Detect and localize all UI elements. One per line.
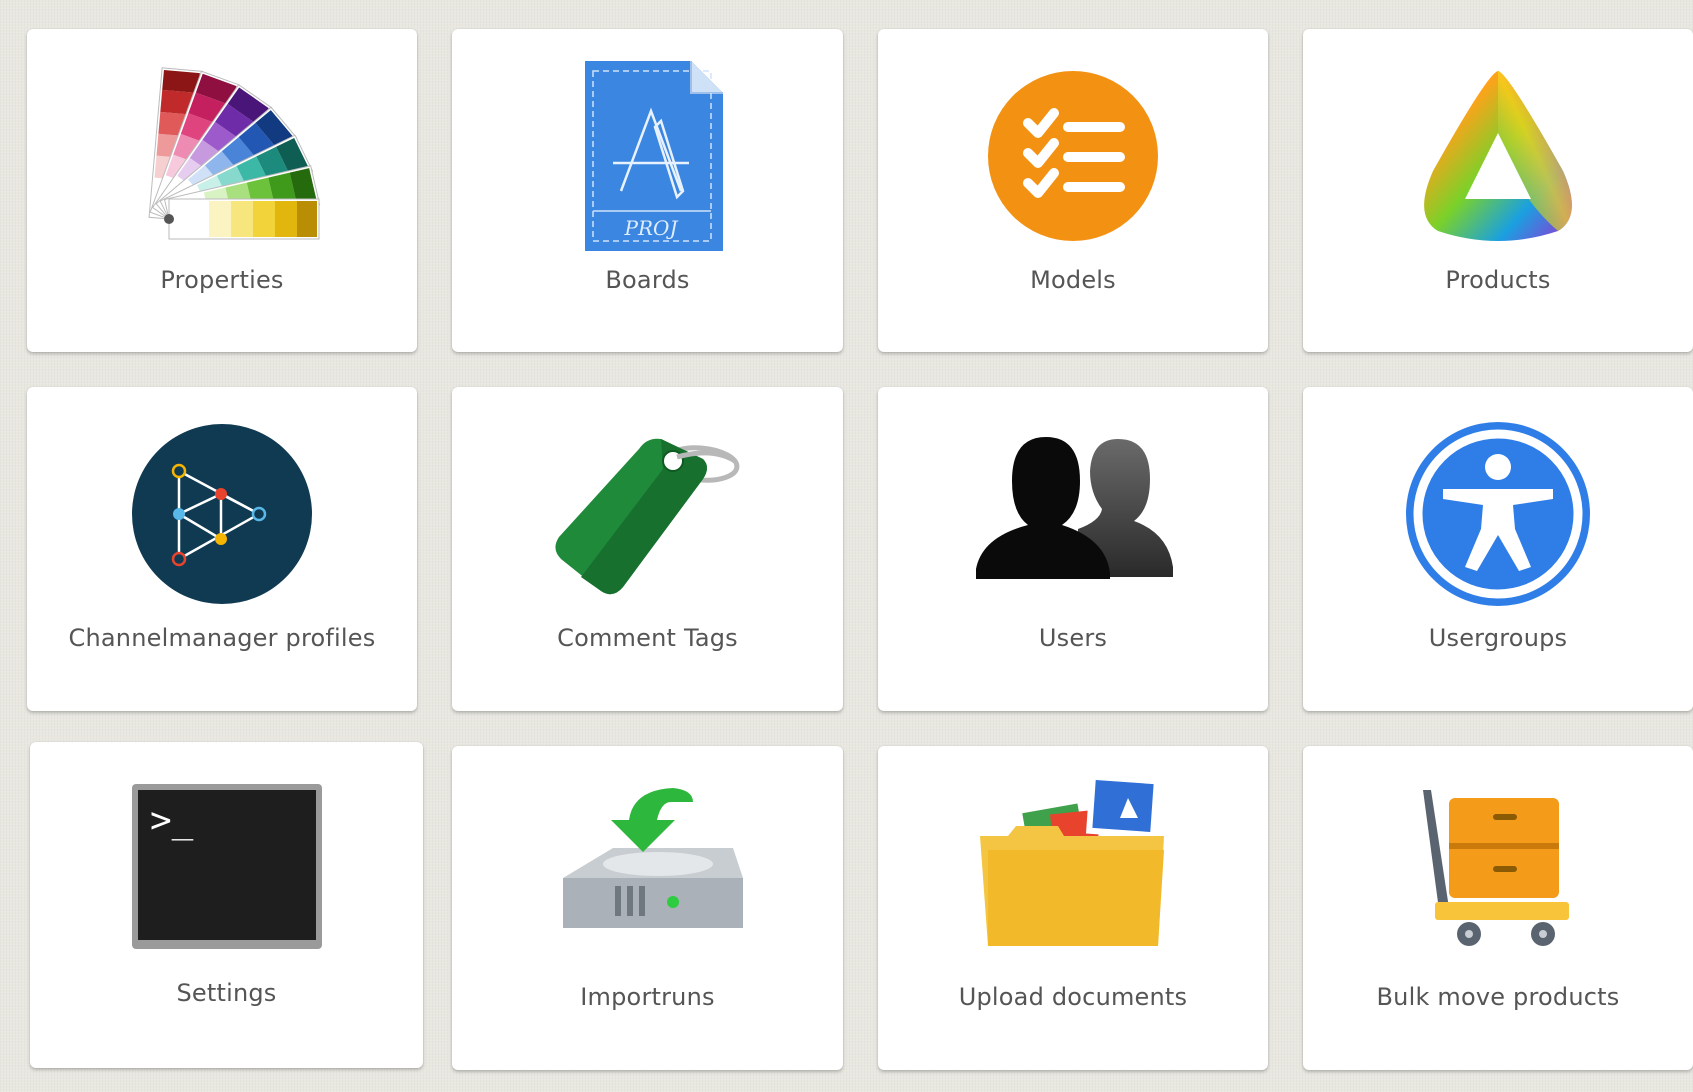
network-graph-circle-icon — [117, 409, 327, 619]
tile-label: Comment Tags — [557, 624, 738, 652]
tile-label: Upload documents — [958, 983, 1188, 1011]
tile-upload-documents[interactable]: Upload documents — [878, 746, 1268, 1070]
tile-properties[interactable]: Properties — [27, 29, 417, 352]
folder-documents-icon — [968, 768, 1178, 978]
tile-usergroups[interactable]: Usergroups — [1303, 387, 1693, 711]
tile-boards[interactable]: PROJ Boards — [452, 29, 843, 352]
tile-bulk-move-products[interactable]: Bulk move products — [1303, 746, 1693, 1070]
tile-label: Settings — [176, 979, 277, 1007]
svg-text:PROJ: PROJ — [623, 216, 678, 240]
hard-drive-download-icon — [543, 768, 753, 978]
green-tag-icon — [543, 409, 753, 619]
tile-comment-tags[interactable]: Comment Tags — [452, 387, 843, 711]
checklist-circle-icon — [968, 51, 1178, 261]
tile-label: Products — [1445, 266, 1551, 294]
users-silhouette-icon — [968, 409, 1178, 619]
color-swatch-fan-icon — [117, 51, 327, 261]
hand-truck-boxes-icon — [1393, 768, 1603, 978]
tile-label: Usergroups — [1428, 624, 1568, 652]
blueprint-document-icon: PROJ — [543, 51, 753, 261]
tile-products[interactable]: Products — [1303, 29, 1693, 352]
tile-importruns[interactable]: Importruns — [452, 746, 843, 1070]
tile-channelmanager-profiles[interactable]: Channelmanager profiles — [27, 387, 417, 711]
tile-label: Channelmanager profiles — [68, 624, 376, 652]
tile-label: Models — [1030, 266, 1116, 294]
tile-label: Bulk move products — [1376, 983, 1620, 1011]
tile-label: Boards — [605, 266, 690, 294]
tile-label: Importruns — [580, 983, 715, 1011]
terminal-icon: >_ — [122, 764, 332, 974]
tile-label: Properties — [160, 266, 284, 294]
rainbow-triangle-icon — [1393, 51, 1603, 261]
tile-settings[interactable]: >_ Settings — [30, 742, 423, 1068]
tile-users[interactable]: Users — [878, 387, 1268, 711]
terminal-prompt: >_ — [150, 800, 194, 841]
dashboard-grid: Properties PROJ Boards Models Products C… — [0, 0, 1693, 1092]
tile-label: Users — [1038, 624, 1108, 652]
accessibility-person-icon — [1393, 409, 1603, 619]
tile-models[interactable]: Models — [878, 29, 1268, 352]
